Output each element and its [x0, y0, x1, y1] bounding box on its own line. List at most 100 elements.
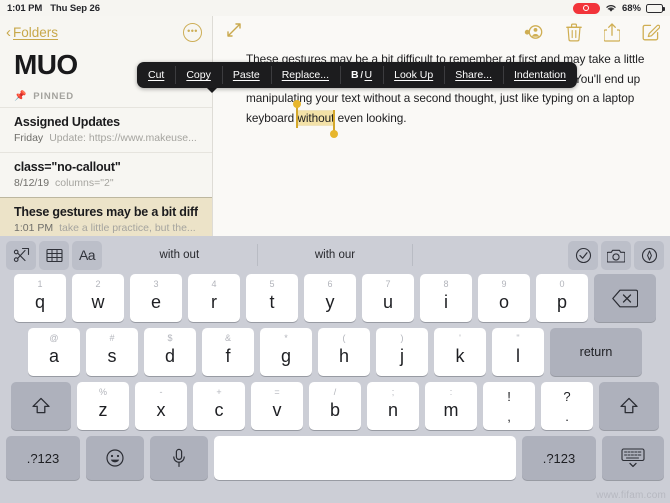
key-m[interactable]: :m — [425, 382, 477, 430]
emoji-key[interactable] — [86, 436, 144, 480]
checklist-icon[interactable] — [568, 240, 598, 270]
keyboard-left-tools: Aa — [6, 240, 102, 270]
bold-icon[interactable]: B — [351, 69, 359, 81]
note-title: class="no-callout" — [14, 160, 121, 174]
back-to-folders-button[interactable]: ‹ Folders — [6, 25, 58, 40]
context-menu-item-share[interactable]: Share... — [444, 62, 503, 88]
selected-word-label: without — [297, 110, 335, 125]
key-l[interactable]: " l — [492, 328, 544, 376]
key-z[interactable]: % z — [77, 382, 129, 430]
key-h[interactable]: (h — [318, 328, 370, 376]
battery-percent-label: 68% — [621, 2, 641, 14]
battery-icon — [646, 3, 665, 13]
note-date: 8/12/19 — [14, 177, 50, 189]
note-title: These gestures may be a bit diffi... — [14, 205, 198, 219]
context-menu-item-look-up[interactable]: Look Up — [383, 62, 444, 88]
key-w[interactable]: 2w — [72, 274, 124, 322]
note-detail-pane: These gestures may be a bit difficult to… — [213, 16, 670, 236]
context-menu-item-format[interactable]: BIU — [340, 62, 383, 88]
wifi-icon — [605, 3, 617, 13]
key-a[interactable]: @ a — [28, 328, 80, 376]
selected-text-word[interactable]: without — [293, 99, 339, 138]
key-r[interactable]: 4r — [188, 274, 240, 322]
delete-button[interactable] — [566, 23, 582, 42]
watermark: www.fifam.com — [596, 490, 666, 501]
list-item[interactable]: Assigned Updates Friday Update: https://w… — [0, 107, 212, 152]
detail-toolbar — [213, 16, 670, 48]
note-body[interactable]: These gestures may be a bit difficult to… — [213, 48, 670, 138]
context-menu-item-cut[interactable]: Cut — [137, 62, 175, 88]
key-period[interactable]: ?. — [541, 382, 593, 430]
keyboard-right-tools — [568, 240, 664, 270]
prediction-candidate-2[interactable]: with our — [258, 244, 414, 266]
key-o[interactable]: 9o — [478, 274, 530, 322]
key-v[interactable]: = v — [251, 382, 303, 430]
dismiss-keyboard-key[interactable] — [602, 436, 664, 480]
context-menu-item-replace[interactable]: Replace... — [270, 62, 340, 88]
context-menu-item-copy[interactable]: Copy — [175, 62, 222, 88]
notes-sidebar: ‹ Folders ••• MUO 📌 PINNED Assigned Upda… — [0, 16, 213, 242]
key-i[interactable]: 8i — [420, 274, 472, 322]
pinned-label: PINNED — [33, 91, 74, 102]
pinned-section-header: 📌 PINNED — [0, 87, 212, 107]
key-p[interactable]: 0p — [536, 274, 588, 322]
more-options-button[interactable]: ••• — [183, 22, 202, 42]
note-subtitle: 1:01 PM take a little practice, but the..… — [14, 222, 198, 234]
context-menu-item-paste[interactable]: Paste — [221, 62, 271, 88]
camera-icon[interactable] — [601, 240, 631, 270]
expand-diagonal-icon[interactable] — [225, 21, 243, 44]
space-key[interactable] — [214, 436, 516, 480]
markup-scissors-icon[interactable] — [6, 240, 36, 270]
key-k[interactable]: ' k — [434, 328, 486, 376]
key-s[interactable]: # s — [86, 328, 138, 376]
return-key[interactable]: return — [550, 328, 642, 376]
predictive-text-bar: Aa with out with our — [0, 236, 670, 274]
on-screen-keyboard: Aa with out with our 1 q 2 w 3 e 4 r 5 t… — [0, 236, 670, 503]
status-time: 1:01 PM — [7, 2, 43, 14]
pin-icon: 📌 — [14, 91, 28, 102]
key-e[interactable]: 3e — [130, 274, 182, 322]
note-preview: columns="2" — [55, 177, 114, 189]
key-x[interactable]: -x — [135, 382, 187, 430]
note-body-part2: even looking. — [334, 110, 407, 125]
key-q[interactable]: 1q — [14, 274, 66, 322]
numbers-key-left[interactable]: .?123 — [6, 436, 80, 480]
selection-handle-end[interactable] — [330, 109, 339, 138]
key-d[interactable]: $ d — [144, 328, 196, 376]
key-t[interactable]: 5t — [246, 274, 298, 322]
note-date: 1:01 PM — [14, 222, 54, 234]
note-title: Assigned Updates — [14, 115, 120, 129]
dictation-key[interactable] — [150, 436, 208, 480]
key-c[interactable]: + c — [193, 382, 245, 430]
add-person-button[interactable] — [523, 23, 544, 41]
shift-key-right[interactable] — [599, 382, 659, 430]
key-f[interactable]: & f — [202, 328, 254, 376]
context-menu-item-indentation[interactable]: Indentation — [503, 62, 577, 88]
compose-button[interactable] — [642, 23, 660, 41]
shift-key-left[interactable] — [11, 382, 71, 430]
key-g[interactable]: * g — [260, 328, 312, 376]
prediction-candidate-1[interactable]: with out — [102, 244, 258, 266]
underline-icon[interactable]: U — [365, 69, 373, 81]
list-item[interactable]: class="no-callout" 8/12/19 columns="2" — [0, 152, 212, 197]
delete-key[interactable] — [594, 274, 656, 322]
ipad-notes-screen: 1:01 PM Thu Sep 26 68% ‹ Folders ••• MUO… — [0, 0, 670, 503]
key-j[interactable]: ) j — [376, 328, 428, 376]
recording-indicator-icon — [572, 2, 600, 14]
note-subtitle: Friday Update: https://www.makeuse... — [14, 132, 198, 144]
key-n[interactable]: ; n — [367, 382, 419, 430]
italic-icon[interactable]: I — [360, 69, 363, 81]
keyboard-row-4: .?123 .?123 — [4, 436, 666, 480]
numbers-key-right[interactable]: .?123 — [522, 436, 596, 480]
status-bar: 1:01 PM Thu Sep 26 68% — [0, 0, 670, 16]
table-icon[interactable] — [39, 240, 69, 270]
text-format-icon[interactable]: Aa — [72, 240, 102, 270]
key-u[interactable]: 7u — [362, 274, 414, 322]
draw-icon[interactable] — [634, 240, 664, 270]
key-y[interactable]: 6y — [304, 274, 356, 322]
share-button[interactable] — [604, 22, 620, 42]
key-b[interactable]: / b — [309, 382, 361, 430]
key-comma[interactable]: !, — [483, 382, 535, 430]
selection-handle-start[interactable] — [293, 99, 302, 128]
chevron-left-icon: ‹ — [6, 23, 11, 41]
